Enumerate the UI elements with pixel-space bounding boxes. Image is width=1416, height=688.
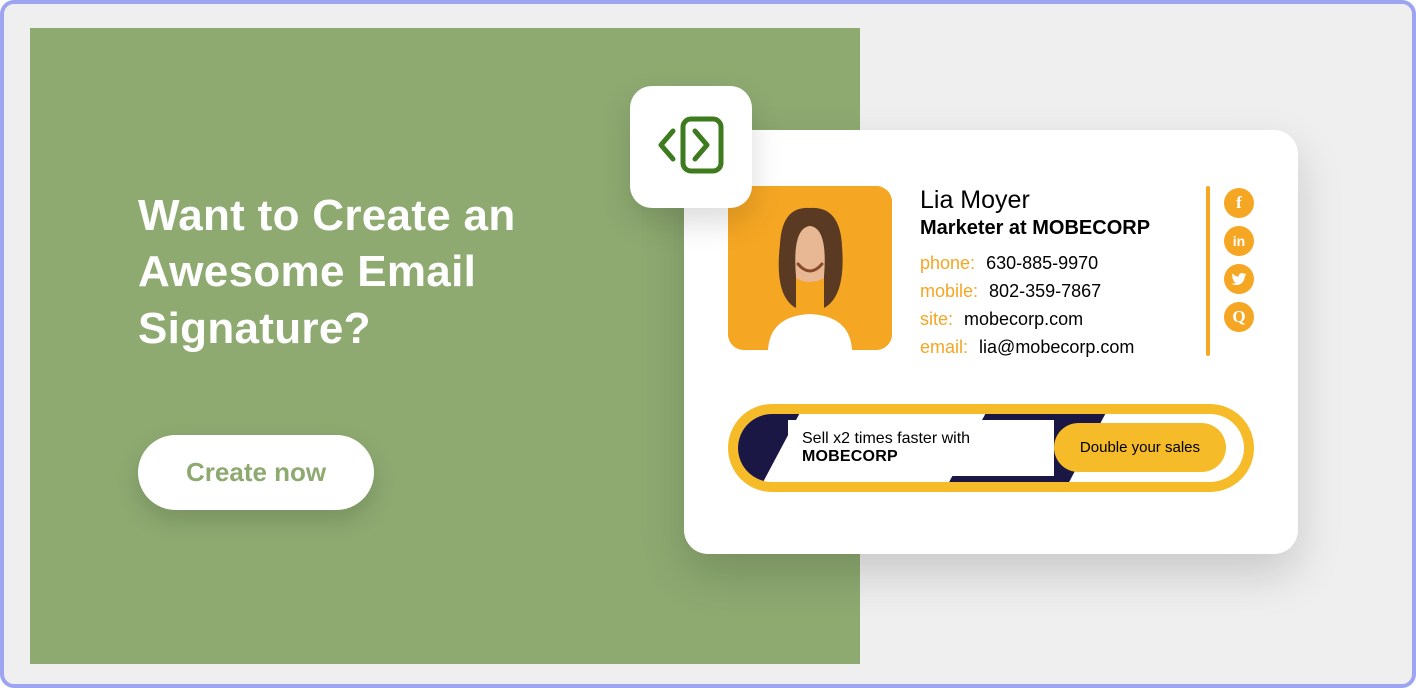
avatar [728,186,892,350]
banner-cta[interactable]: Double your sales [1054,423,1226,472]
contact-mobile: mobile: 802-359-7867 [920,278,1178,306]
code-icon-badge [630,86,752,208]
facebook-icon[interactable]: f [1224,188,1254,218]
code-icon [653,107,729,188]
mobile-value: 802-359-7867 [989,281,1101,301]
banner-text-prefix: Sell x2 times faster with [802,430,970,447]
signature-title: Marketer at MOBECORP [920,217,1178,240]
signature-info: Lia Moyer Marketer at MOBECORP phone: 63… [920,186,1178,362]
quora-icon[interactable]: Q [1224,302,1254,332]
contact-email: email: lia@mobecorp.com [920,334,1178,362]
phone-label: phone: [920,253,975,273]
email-value[interactable]: lia@mobecorp.com [979,337,1134,357]
contact-phone: phone: 630-885-9970 [920,250,1178,278]
linkedin-icon[interactable]: in [1224,226,1254,256]
banner-text-company: MOBECORP [802,448,898,465]
create-now-button[interactable]: Create now [138,435,374,510]
signature-card: Lia Moyer Marketer at MOBECORP phone: 63… [684,130,1298,554]
promo-headline: Want to Create an Awesome Email Signatur… [138,188,558,357]
contact-site: site: mobecorp.com [920,306,1178,334]
site-label: site: [920,309,953,329]
promo-banner[interactable]: Sell x2 times faster with MOBECORP Doubl… [728,404,1254,492]
twitter-icon[interactable] [1224,264,1254,294]
phone-value: 630-885-9970 [986,253,1098,273]
mobile-label: mobile: [920,281,978,301]
promo-frame: Want to Create an Awesome Email Signatur… [0,0,1416,688]
site-value[interactable]: mobecorp.com [964,309,1083,329]
email-label: email: [920,337,968,357]
banner-text: Sell x2 times faster with MOBECORP [788,420,1054,476]
signature-name: Lia Moyer [920,186,1178,215]
vertical-divider [1206,186,1210,356]
